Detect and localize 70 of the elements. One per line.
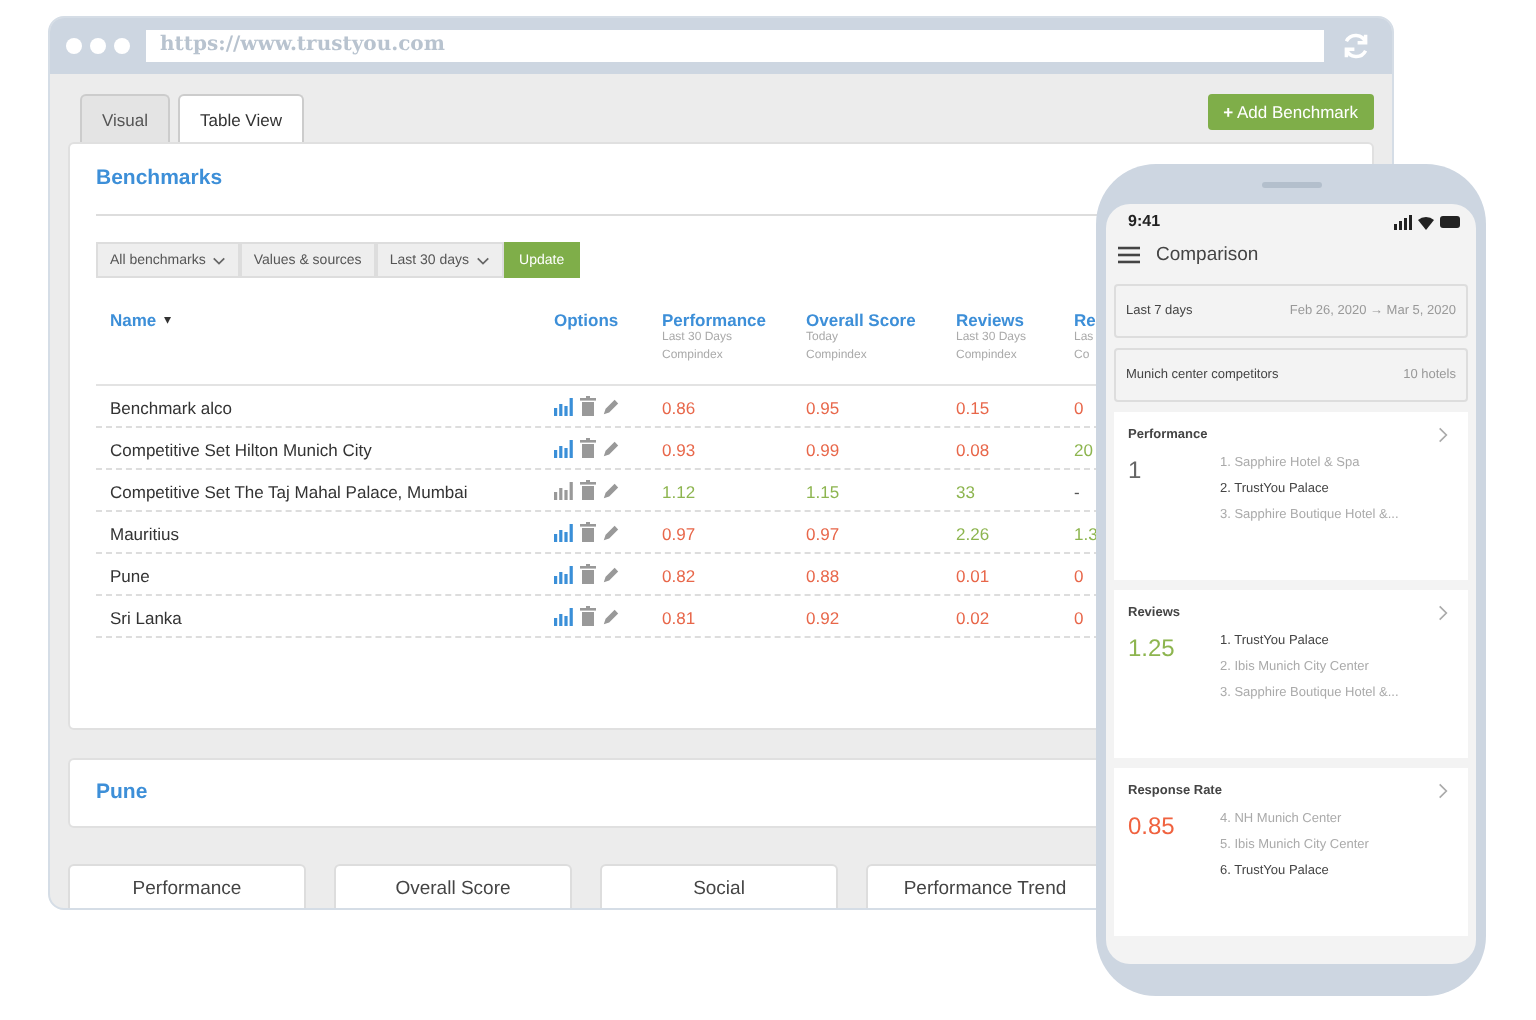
section-title: Benchmarks (96, 166, 223, 190)
value-cell: 0 (1074, 566, 1084, 586)
bar-chart-icon[interactable] (554, 565, 574, 583)
trash-icon[interactable] (580, 564, 596, 584)
value-cell: 2.26 (956, 524, 990, 544)
benchmark-name: Mauritius (110, 524, 179, 544)
value-cell: 0.15 (956, 398, 990, 418)
bar-chart-icon[interactable] (554, 439, 574, 457)
chevron-down-icon[interactable] (475, 255, 490, 265)
window-dot (66, 38, 82, 54)
bar-chart-icon[interactable] (554, 607, 574, 625)
metric-score: 1 (1128, 456, 1144, 488)
value-cell: 0.02 (956, 608, 990, 628)
value-cell: 0.86 (662, 398, 696, 418)
chevron-right-icon[interactable] (1438, 426, 1448, 444)
trash-icon[interactable] (580, 438, 596, 458)
chevron-right-icon[interactable] (1438, 604, 1448, 622)
metric-score: 1.25 (1128, 634, 1177, 666)
window-dot (90, 38, 106, 54)
value-cell: 0.88 (806, 566, 840, 586)
bar-chart-icon[interactable] (554, 523, 574, 541)
view-tab[interactable]: Table View (178, 94, 304, 142)
value-cell: 0.92 (806, 608, 840, 628)
reload-icon[interactable] (1340, 30, 1372, 62)
value-cell: 0.93 (662, 440, 696, 460)
benchmark-name: Sri Lanka (110, 608, 182, 628)
value-cell: 0.97 (662, 524, 696, 544)
trash-icon[interactable] (580, 396, 596, 416)
section-title: Pune (96, 780, 148, 804)
value-cell: 0.99 (806, 440, 840, 460)
menu-icon[interactable] (1118, 246, 1140, 264)
value-cell: 0 (1074, 398, 1084, 418)
trash-icon[interactable] (580, 522, 596, 542)
value-cell: 0.95 (806, 398, 840, 418)
trash-icon[interactable] (580, 606, 596, 626)
value-cell: 0.08 (956, 440, 990, 460)
benchmark-name: Competitive Set The Taj Mahal Palace, Mumbai (110, 482, 468, 502)
pencil-icon[interactable] (602, 607, 620, 625)
pencil-icon[interactable] (602, 481, 620, 499)
benchmark-name: Competitive Set Hilton Munich City (110, 440, 372, 460)
pencil-icon[interactable] (602, 439, 620, 457)
chart-tab[interactable]: Social (600, 864, 838, 908)
value-cell: - (1074, 482, 1080, 502)
value-cell: 20 (1074, 440, 1093, 460)
benchmark-name: Benchmark alco (110, 398, 232, 418)
chevron-down-icon[interactable] (211, 255, 226, 265)
benchmark-name: Pune (110, 566, 150, 586)
chart-tab[interactable]: Performance (68, 864, 306, 908)
value-cell: 0.97 (806, 524, 840, 544)
value-cell: 0.81 (662, 608, 696, 628)
value-cell: 0.82 (662, 566, 696, 586)
screen-title: Comparison (1156, 244, 1259, 266)
view-tab[interactable]: Visual (80, 94, 170, 142)
value-cell: 1.12 (662, 482, 696, 502)
pencil-icon[interactable] (602, 523, 620, 541)
value-cell: 1.15 (806, 482, 840, 502)
pencil-icon[interactable] (602, 565, 620, 583)
trash-icon[interactable] (580, 480, 596, 500)
chart-tab[interactable]: Overall Score (334, 864, 572, 908)
value-cell: 0.01 (956, 566, 990, 586)
pencil-icon[interactable] (602, 397, 620, 415)
status-icons-drawing (1394, 213, 1462, 229)
window-dot (114, 38, 130, 54)
value-cell: 0 (1074, 608, 1084, 628)
status-time: 9:41 (1128, 212, 1161, 230)
value-cell: 33 (956, 482, 975, 502)
bar-chart-icon[interactable] (554, 481, 574, 499)
bar-chart-icon[interactable] (554, 397, 574, 415)
chevron-right-icon[interactable] (1438, 782, 1448, 800)
metric-score: 0.85 (1128, 812, 1177, 844)
